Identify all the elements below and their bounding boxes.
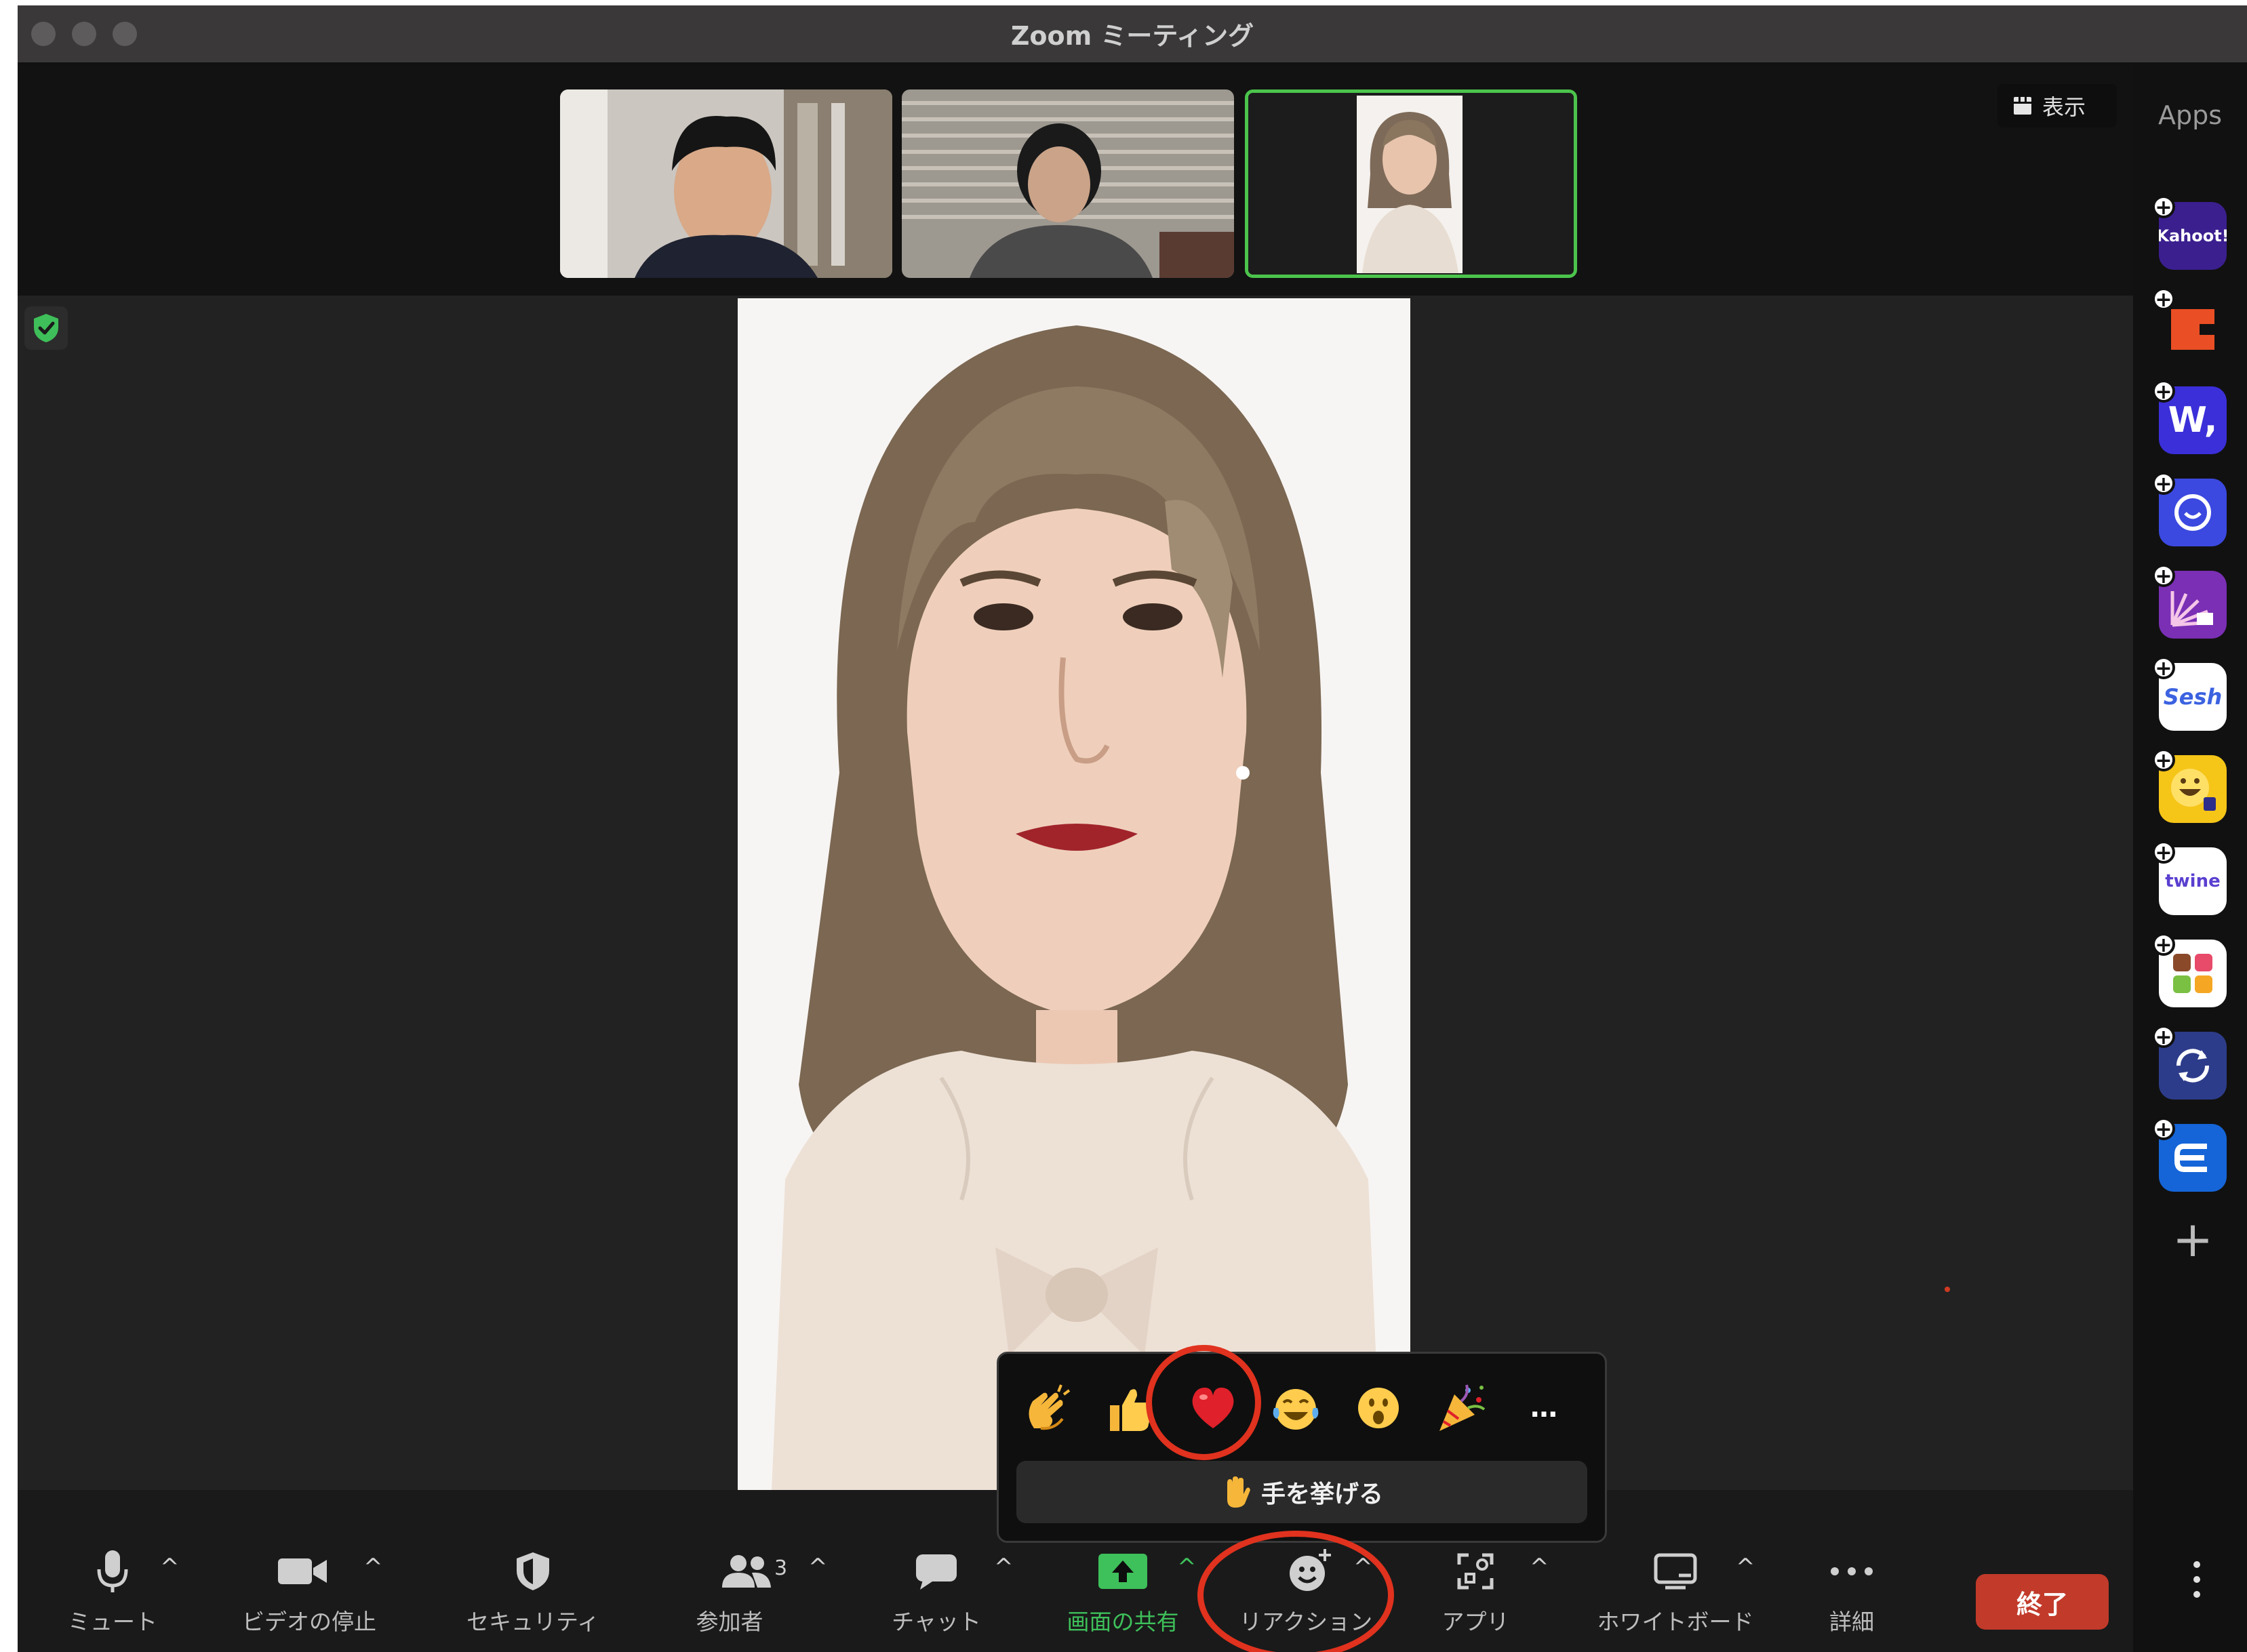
more-reactions-button[interactable]: … <box>1510 1374 1578 1442</box>
stop-video-label: ビデオの停止 <box>242 1609 376 1635</box>
more-label: 詳細 <box>1829 1609 1874 1635</box>
window-title: Zoom ミーティング <box>1010 21 1254 51</box>
security-label: セキュリティ <box>466 1609 600 1635</box>
mute-button[interactable]: ^ ミュート <box>58 1544 194 1646</box>
sunburst-video-icon <box>2170 591 2213 627</box>
view-button-label: 表示 <box>2042 94 2086 120</box>
end-meeting-button[interactable]: 終了 <box>1976 1574 2109 1630</box>
raise-hand-button[interactable]: 手を挙げる <box>1016 1461 1587 1523</box>
active-speaker-video <box>738 298 1410 1490</box>
add-plus-icon: + <box>2152 1025 2175 1048</box>
share-screen-label: 画面の共有 <box>1067 1609 1179 1635</box>
add-plus-icon: + <box>2152 564 2175 587</box>
add-plus-icon: + <box>2152 195 2175 218</box>
chat-button[interactable]: ^ チャット <box>865 1544 1028 1646</box>
more-button[interactable]: 詳細 <box>1794 1544 1916 1646</box>
reactions-popup: … 手を挙げる <box>997 1352 1607 1543</box>
add-app-button[interactable]: + <box>2166 1215 2220 1269</box>
video-camera-icon <box>269 1544 336 1598</box>
participants-count: 3 <box>774 1556 788 1580</box>
share-options-caret[interactable]: ^ <box>1177 1554 1197 1581</box>
participant-thumbnail-2[interactable] <box>902 89 1234 278</box>
view-grid-icon <box>2014 97 2031 115</box>
vertical-more-icon[interactable] <box>2189 1559 2205 1600</box>
raise-hand-label: 手を挙げる <box>1260 1480 1383 1508</box>
app-sunburst[interactable]: + <box>2152 564 2227 639</box>
sync-arrows-icon <box>2176 1049 2210 1083</box>
party-popper-reaction[interactable] <box>1427 1374 1495 1442</box>
view-button[interactable]: 表示 <box>1997 84 2117 127</box>
participant-thumbnail-self[interactable] <box>1245 89 1577 278</box>
colored-blocks-icon <box>2173 954 2212 993</box>
add-plus-icon: + <box>2152 933 2175 956</box>
whiteboard-icon <box>1645 1544 1706 1598</box>
app-kahoot[interactable]: Kahoot! + <box>2152 195 2227 270</box>
whiteboard-options-caret[interactable]: ^ <box>1736 1554 1755 1581</box>
app-blocks[interactable]: + <box>2152 933 2227 1007</box>
add-plus-icon: + <box>2152 472 2175 495</box>
main-stage <box>18 296 2133 1490</box>
app-twine[interactable]: twine + <box>2152 841 2227 915</box>
whiteboard-label: ホワイトボード <box>1597 1609 1754 1635</box>
chat-label: チャット <box>892 1609 981 1635</box>
mute-options-caret[interactable]: ^ <box>160 1554 180 1581</box>
clap-reaction[interactable] <box>1014 1374 1081 1442</box>
mute-label: ミュート <box>68 1609 157 1635</box>
app-emoji[interactable]: + <box>2152 748 2227 823</box>
add-plus-icon: + <box>2152 380 2175 403</box>
zoom-window: Zoom ミーティング 表示 Apps Kahoot! + + W, + + +… <box>18 5 2247 1652</box>
apps-label-toolbar: アプリ <box>1441 1609 1509 1635</box>
add-plus-icon: + <box>2152 287 2175 310</box>
add-plus-icon: + <box>2152 1117 2175 1140</box>
camera-smile-icon <box>2174 494 2211 531</box>
red-dot-marker <box>1945 1287 1950 1292</box>
share-screen-button[interactable]: ^ 画面の共有 <box>1041 1544 1218 1646</box>
chat-bubble-icon <box>906 1544 967 1598</box>
open-mouth-reaction[interactable] <box>1345 1374 1412 1442</box>
party-popper-icon <box>1439 1384 1486 1431</box>
app-sesh[interactable]: Sesh + <box>2152 656 2227 731</box>
share-screen-icon <box>1089 1544 1157 1598</box>
joy-reaction[interactable] <box>1262 1374 1330 1442</box>
shield-check-icon <box>34 314 58 342</box>
raised-hand-icon <box>1227 1476 1250 1508</box>
participants-button[interactable]: 3 ^ 参加者 <box>669 1544 838 1646</box>
tears-of-joy-icon <box>1273 1389 1319 1430</box>
participant-strip: 表示 <box>18 65 2133 296</box>
app-e[interactable]: + <box>2152 1117 2227 1192</box>
encryption-shield-badge[interactable] <box>24 306 68 350</box>
security-button[interactable]: セキュリティ <box>445 1544 621 1646</box>
apps-options-caret[interactable]: ^ <box>1530 1554 1549 1581</box>
stop-video-button[interactable]: ^ ビデオの停止 <box>221 1544 411 1646</box>
whiteboard-button[interactable]: ^ ホワイトボード <box>1577 1544 1781 1646</box>
apps-sidebar: Apps Kahoot! + + W, + + + Sesh + + twine… <box>2133 65 2247 1652</box>
app-w[interactable]: W, + <box>2152 380 2227 454</box>
apps-grid-icon <box>1448 1544 1503 1598</box>
apps-label: Apps <box>2157 100 2223 130</box>
chat-options-caret[interactable]: ^ <box>994 1554 1014 1581</box>
participants-icon <box>709 1544 784 1598</box>
video-options-caret[interactable]: ^ <box>363 1554 383 1581</box>
add-plus-icon: + <box>2152 656 2175 679</box>
microphone-icon <box>85 1544 140 1598</box>
open-mouth-icon <box>1358 1388 1399 1428</box>
app-orange[interactable]: + <box>2152 287 2227 362</box>
app-camera[interactable]: + <box>2152 472 2227 546</box>
reactions-annotation-circle <box>1197 1531 1394 1652</box>
title-bar: Zoom ミーティング <box>18 5 2247 65</box>
heart-annotation-circle <box>1146 1345 1261 1460</box>
grinning-face-icon <box>2171 769 2216 811</box>
apps-button[interactable]: ^ アプリ <box>1414 1544 1564 1646</box>
clap-icon <box>1029 1384 1071 1430</box>
app-sync[interactable]: + <box>2152 1025 2227 1100</box>
participants-label: 参加者 <box>696 1609 763 1635</box>
add-plus-icon: + <box>2152 841 2175 864</box>
security-shield-icon <box>506 1544 560 1598</box>
letter-e-icon <box>2174 1144 2207 1172</box>
participant-thumbnail-1[interactable] <box>560 89 892 278</box>
participants-options-caret[interactable]: ^ <box>808 1554 828 1581</box>
add-plus-icon: + <box>2152 748 2175 771</box>
more-dots-icon <box>1821 1544 1882 1598</box>
